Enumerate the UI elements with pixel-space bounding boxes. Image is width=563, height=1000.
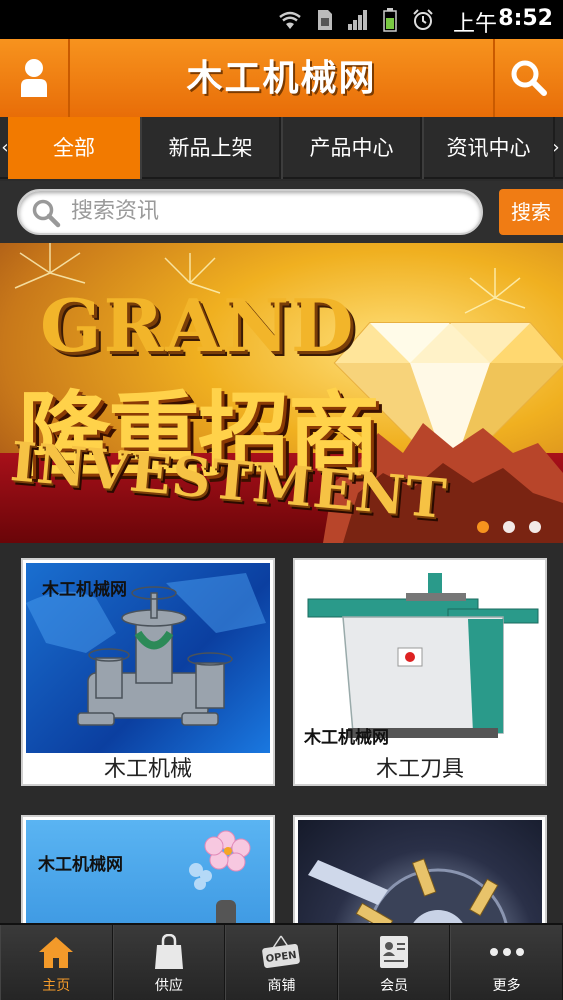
- tab-news-center[interactable]: 资讯中心: [422, 117, 555, 179]
- sim-card-icon: [318, 10, 332, 30]
- tab-label: 会员: [380, 978, 409, 994]
- product-image: 木工机械网: [26, 563, 270, 753]
- product-caption: 木工机械: [103, 757, 192, 782]
- product-card-woodworking-tools[interactable]: 木工机械网 木工刀具: [293, 558, 547, 786]
- app-header: 木工机械网: [0, 39, 563, 117]
- tab-label: 供应: [154, 978, 183, 994]
- product-card[interactable]: [293, 815, 547, 923]
- product-grid: 木工机械网 木工机械 木工机械网 木工刀具 木工机械网: [0, 543, 563, 923]
- member-card-icon: [380, 936, 409, 968]
- pagination-dot[interactable]: [477, 521, 489, 533]
- product-image: 木工机械网: [26, 820, 270, 923]
- open-sign-icon: OPEN: [262, 935, 301, 969]
- product-card[interactable]: 木工机械网: [21, 815, 275, 923]
- header-search-button[interactable]: [493, 39, 563, 117]
- brand-watermark: 木工机械网: [304, 728, 389, 748]
- tab-home[interactable]: 主页: [0, 925, 113, 1000]
- home-icon: [39, 937, 74, 968]
- product-caption: 木工刀具: [375, 757, 464, 782]
- status-ampm: 上午: [452, 12, 497, 37]
- pagination-dot[interactable]: [529, 521, 541, 533]
- product-card-woodworking-machinery[interactable]: 木工机械网 木工机械: [21, 558, 275, 786]
- search-bar: 搜索资讯 搜索: [0, 181, 563, 243]
- shopping-bag-icon: [154, 934, 183, 969]
- wifi-icon: [279, 11, 301, 29]
- tab-product-center[interactable]: 产品中心: [281, 117, 422, 179]
- app-title: 木工机械网: [186, 57, 377, 99]
- user-button[interactable]: [0, 39, 70, 117]
- tab-label: 商铺: [267, 978, 296, 994]
- alarm-icon: [413, 9, 433, 30]
- tab-more[interactable]: 更多: [450, 925, 563, 1000]
- promo-banner[interactable]: GRAND 隆重招商 INVESTMENT: [0, 243, 563, 543]
- search-placeholder: 搜索资讯: [71, 199, 160, 224]
- magnifier-icon: [32, 199, 61, 228]
- status-icons: [277, 8, 435, 32]
- product-image: 木工机械网: [298, 563, 542, 753]
- cutter-head-image: [308, 858, 508, 923]
- signal-icon: [348, 10, 367, 30]
- tab-all[interactable]: 全部: [8, 117, 140, 179]
- tab-members[interactable]: 会员: [337, 925, 451, 1000]
- tab-label: 主页: [42, 978, 71, 994]
- tab-supply[interactable]: 供应: [112, 925, 226, 1000]
- battery-icon: [383, 8, 397, 32]
- nav-prev-arrow[interactable]: ‹: [0, 117, 10, 179]
- search-input[interactable]: 搜索资讯: [17, 189, 483, 235]
- more-icon: [489, 948, 524, 956]
- user-icon: [21, 59, 47, 97]
- product-image: [298, 820, 542, 923]
- status-time: 8:52: [498, 6, 553, 31]
- banner-pagination: [477, 521, 541, 533]
- nav-next-arrow[interactable]: ›: [551, 117, 561, 179]
- banner-grand-text: GRAND: [40, 283, 356, 368]
- bottom-tab-bar: 主页 供应 OPEN 商铺 会员 更多: [0, 923, 563, 1000]
- search-icon: [511, 60, 547, 96]
- brand-watermark: 木工机械网: [38, 855, 123, 875]
- search-button[interactable]: 搜索: [499, 189, 563, 235]
- brand-watermark: 木工机械网: [42, 580, 127, 600]
- tab-label: 更多: [492, 978, 521, 994]
- status-bar: 上午 8:52: [0, 0, 563, 39]
- pagination-dot[interactable]: [503, 521, 515, 533]
- category-nav: 全部 新品上架 产品中心 资讯中心 ‹ ›: [0, 117, 563, 179]
- tab-new-products[interactable]: 新品上架: [140, 117, 281, 179]
- app-screen: 上午 8:52 木工机械网 全部 新品上架 产品中心 资讯中心 ‹ › 搜索资讯…: [0, 0, 563, 1000]
- tab-shops[interactable]: OPEN 商铺: [225, 925, 338, 1000]
